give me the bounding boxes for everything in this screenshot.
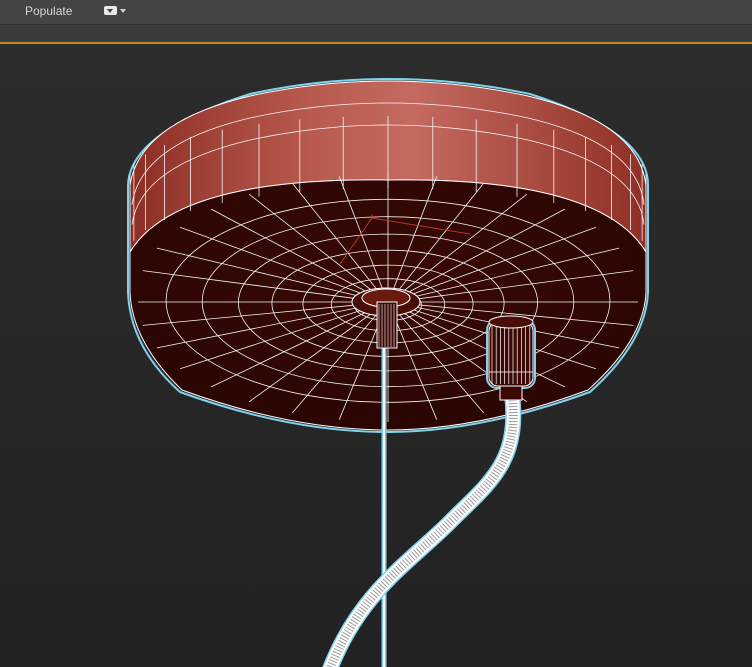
ribbon-dropdown-button[interactable] <box>104 6 126 15</box>
perspective-viewport[interactable] <box>0 42 752 667</box>
ceiling-canopy-wireframe <box>127 78 649 667</box>
cord-grip <box>486 315 536 401</box>
power-cord <box>323 387 520 667</box>
ribbon-toolbar: Populate <box>0 0 752 25</box>
populate-menu[interactable]: Populate <box>25 4 72 18</box>
dropdown-icon <box>104 6 117 15</box>
chevron-down-icon <box>120 8 126 13</box>
ribbon-panel-strip <box>0 25 752 42</box>
